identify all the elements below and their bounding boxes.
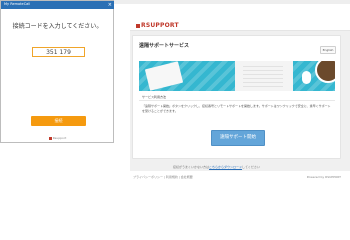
connect-button[interactable]: 接続 (31, 116, 86, 126)
keyboard-illustration (243, 65, 283, 87)
support-card: 遠隔サポートサービス English サービス利用方法 「遠隔サポート開始」ボタ… (132, 35, 341, 159)
connection-code-prompt: 接続コードを入力してください。 (12, 23, 103, 30)
rsupport-logo-text: Rsupport (52, 136, 67, 140)
window-titlebar: My RemoteCall × (1, 1, 114, 9)
language-button[interactable]: English (320, 46, 336, 54)
footer-help-prefix: 接続がうまくいかない方は (173, 165, 210, 169)
connection-code-input[interactable] (32, 47, 85, 57)
start-remote-support-button[interactable]: 遠隔サポート開始 (211, 130, 265, 146)
banner-caption: サービス利用方法 (142, 95, 167, 99)
brand-name: RSUPPORT (141, 22, 179, 29)
window-title: My RemoteCall (4, 2, 31, 6)
brand-logo-mark (136, 23, 140, 28)
footer-help-suffix: してください (242, 165, 260, 169)
download-link[interactable]: こちらからダウンロード (209, 165, 242, 169)
mouse-illustration (302, 71, 311, 84)
card-title: 遠隔サポートサービス (139, 43, 190, 49)
footer-help-text: 接続がうまくいかない方はこちらからダウンロードしてください (173, 165, 260, 169)
brand-logo: RSUPPORT (136, 22, 179, 29)
footer-links[interactable]: プライバシーポリシー | 利用規約 | 会社概要 (133, 175, 193, 179)
close-icon[interactable]: × (108, 1, 112, 9)
rsupport-logo-mark (48, 136, 52, 140)
powered-by: Powered by RSUPPORT (306, 175, 341, 179)
card-divider (139, 100, 335, 101)
card-description: 「遠隔サポート開始」ボタンをクリックし、接続番号とリモートサポートを開始します。… (142, 104, 331, 113)
banner-image (139, 61, 335, 91)
rsupport-logo: Rsupport (1, 136, 114, 140)
remotecall-window: My RemoteCall × 接続コードを入力してください。 接続 Rsupp… (0, 0, 114, 143)
footer-bar: プライバシーポリシー | 利用規約 | 会社概要 Powered by RSUP… (133, 175, 341, 179)
